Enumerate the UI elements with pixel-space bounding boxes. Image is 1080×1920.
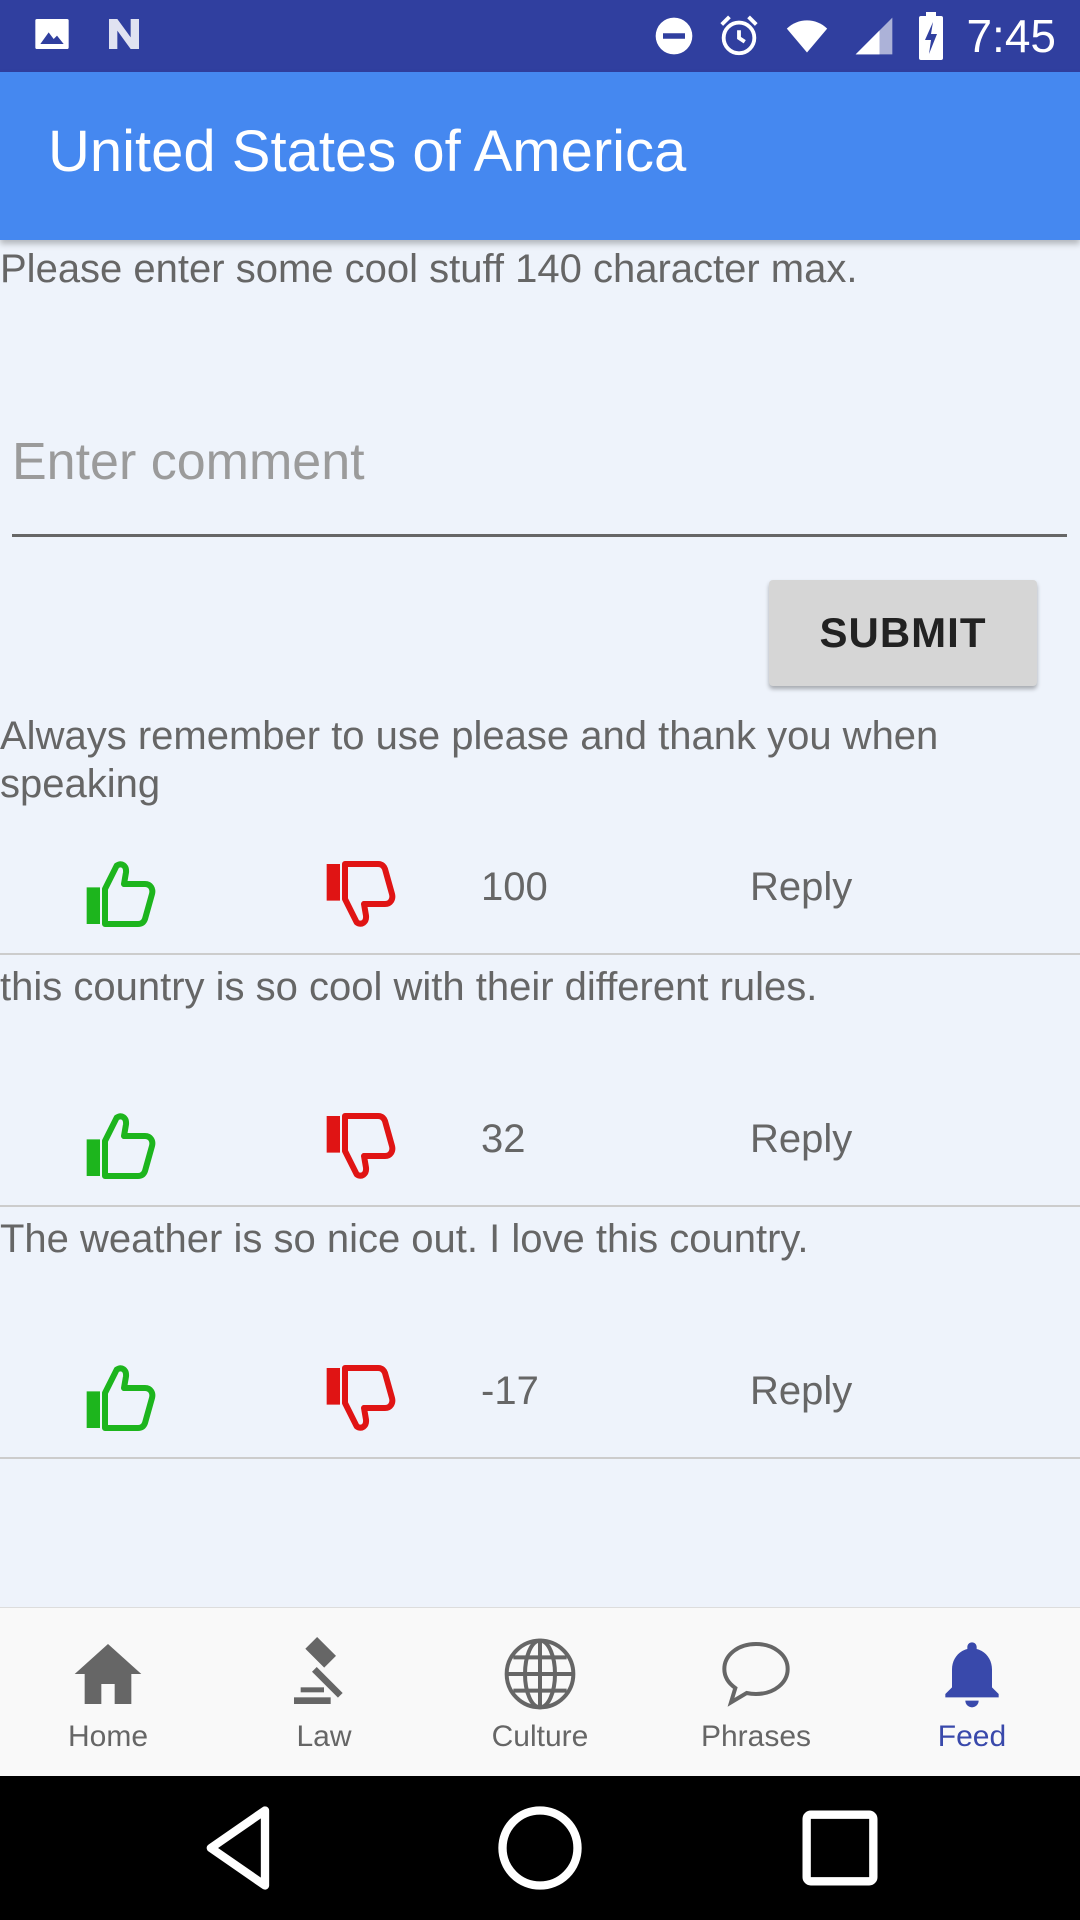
app-bar: United States of America [0, 72, 1080, 240]
post-divider [0, 1457, 1080, 1459]
home-icon [74, 1644, 142, 1704]
nav-label: Home [67, 1720, 149, 1753]
nav-label: Phrases [700, 1720, 812, 1753]
nav-label: Culture [491, 1720, 589, 1753]
reply-button[interactable]: Reply [750, 1369, 852, 1414]
n-icon [109, 19, 139, 49]
status-time: 7:45 [966, 10, 1056, 62]
vote-score: 32 [481, 1117, 526, 1161]
thumbs-down-icon[interactable] [320, 1106, 400, 1186]
thumbs-up-icon[interactable] [80, 1106, 160, 1186]
bottom-navigation: Home Law Culture Phrases Feed [0, 1607, 1080, 1777]
battery-charging-icon [919, 12, 944, 60]
alarm-icon [720, 15, 759, 56]
do-not-disturb-icon [656, 17, 693, 55]
post-item: Always remember to use please and thank … [0, 712, 1080, 955]
reply-button[interactable]: Reply [750, 1117, 852, 1162]
nav-item-culture[interactable]: Culture [432, 1608, 648, 1777]
nav-label: Law [296, 1720, 352, 1753]
recents-icon[interactable] [790, 1798, 890, 1898]
status-left-icons [32, 14, 146, 54]
chat-bubble-icon [722, 1641, 790, 1707]
comment-input[interactable] [12, 390, 1067, 537]
image-icon [35, 19, 69, 49]
thumbs-down-icon[interactable] [320, 854, 400, 934]
post-text: The weather is so nice out. I love this … [0, 1217, 809, 1261]
home-circle-icon[interactable] [490, 1798, 590, 1898]
thumbs-down-icon[interactable] [320, 1358, 400, 1438]
post-divider [0, 953, 1080, 955]
thumbs-up-icon[interactable] [80, 854, 160, 934]
post-text: Always remember to use please and thank … [0, 714, 939, 806]
back-icon[interactable] [190, 1798, 290, 1898]
gavel-icon [294, 1637, 343, 1704]
status-right-icons: 7:45 [652, 10, 1056, 62]
nav-label: Feed [937, 1720, 1007, 1753]
nav-item-phrases[interactable]: Phrases [648, 1608, 864, 1777]
composer-instructions: Please enter some cool stuff 140 charact… [0, 247, 858, 291]
wifi-icon [787, 20, 828, 53]
post-item: The weather is so nice out. I love this … [0, 1215, 1080, 1459]
nav-item-feed[interactable]: Feed [864, 1608, 1080, 1777]
vote-score: 100 [481, 865, 548, 909]
post-text: this country is so cool with their diffe… [0, 965, 818, 1009]
signal-icon [856, 17, 893, 55]
nav-item-law[interactable]: Law [216, 1608, 432, 1777]
thumbs-up-icon[interactable] [80, 1358, 160, 1438]
bell-icon [945, 1642, 999, 1708]
post-item: this country is so cool with their diffe… [0, 963, 1080, 1207]
reply-button[interactable]: Reply [750, 865, 852, 910]
vote-score: -17 [481, 1369, 539, 1413]
submit-button[interactable]: SUBMIT [769, 580, 1037, 686]
status-bar: 7:45 [0, 0, 1080, 72]
page-title: United States of America [48, 119, 687, 184]
system-navigation-bar [0, 1776, 1080, 1920]
post-divider [0, 1205, 1080, 1207]
nav-item-home[interactable]: Home [0, 1608, 216, 1777]
globe-icon [504, 1638, 576, 1710]
